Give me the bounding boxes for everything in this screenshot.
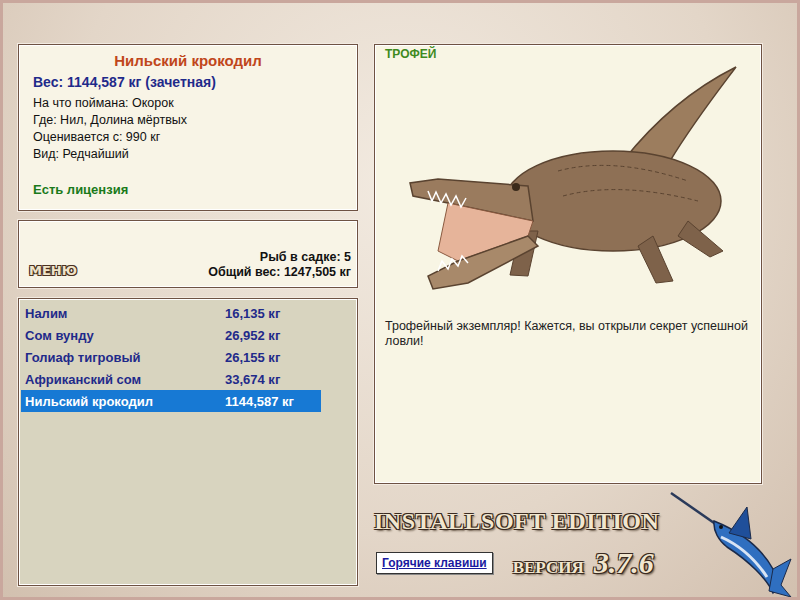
marlin-icon bbox=[669, 489, 793, 597]
fish-name: Африканский сом bbox=[21, 372, 221, 387]
fish-picture bbox=[385, 61, 751, 305]
trophy-panel: ТРОФЕЙ Трофейный экземпляр! Кажется, вы о… bbox=[374, 44, 762, 484]
catch-list: Налим16,135 кгСом вунду26,952 кгГолиаф т… bbox=[18, 298, 358, 586]
fish-weight-cell: 33,674 кг bbox=[221, 372, 321, 387]
catch-row[interactable]: Сом вунду26,952 кг bbox=[21, 324, 321, 346]
fish-title: Нильский крокодил bbox=[33, 51, 343, 71]
fish-weight-cell: 16,135 кг bbox=[221, 306, 321, 321]
version-number: 3.7.6 bbox=[594, 546, 654, 580]
fish-detail: Где: Нил, Долина мёртвых bbox=[33, 112, 343, 129]
keepnet-info: Рыб в садке: 5Общий вес: 1247,505 кг bbox=[208, 250, 351, 280]
edition-text: INSTALLSOFT EDITION bbox=[374, 508, 659, 535]
right-column: ТРОФЕЙ Трофейный экземпляр! Кажется, вы о… bbox=[374, 44, 762, 597]
version: ВЕРСИЯ 3.7.6 bbox=[513, 546, 654, 580]
hotkeys-button[interactable]: Горячие клавиши bbox=[376, 552, 493, 574]
crocodile-icon bbox=[388, 61, 748, 305]
catch-row[interactable]: Налим16,135 кг bbox=[21, 302, 321, 324]
fish-detail: Вид: Редчайший bbox=[33, 146, 343, 163]
fish-detail: Оценивается с: 990 кг bbox=[33, 129, 343, 146]
marlin-logo bbox=[669, 489, 793, 600]
fish-weight: Вес: 1144,587 кг (зачетная) bbox=[33, 73, 343, 91]
edition-logo: INSTALLSOFT EDITION bbox=[374, 504, 762, 538]
menu-button[interactable]: МЕНЮ bbox=[29, 263, 79, 280]
fish-weight-cell: 26,155 кг bbox=[221, 350, 321, 365]
license-status: Есть лицензия bbox=[33, 182, 343, 204]
left-column: Нильский крокодил Вес: 1144,587 кг (зачет… bbox=[18, 44, 358, 597]
fish-weight-cell: 26,952 кг bbox=[221, 328, 321, 343]
total-weight: Общий вес: 1247,505 кг bbox=[208, 265, 351, 280]
keepnet-panel: МЕНЮ Рыб в садке: 5Общий вес: 1247,505 кг bbox=[18, 220, 358, 288]
fish-name: Нильский крокодил bbox=[21, 394, 221, 409]
fish-weight-cell: 1144,587 кг bbox=[221, 394, 321, 409]
version-label: ВЕРСИЯ bbox=[513, 558, 584, 578]
trophy-badge: ТРОФЕЙ bbox=[385, 47, 751, 61]
catch-row[interactable]: Нильский крокодил1144,587 кг bbox=[21, 390, 321, 412]
catch-row[interactable]: Голиаф тигровый26,155 кг bbox=[21, 346, 321, 368]
bottom-bar: Горячие клавиши ВЕРСИЯ 3.7.6 bbox=[374, 546, 762, 580]
fish-name: Сом вунду bbox=[21, 328, 221, 343]
fish-details: На что поймана: ОкорокГде: Нил, Долина м… bbox=[33, 95, 343, 163]
catch-row[interactable]: Африканский сом33,674 кг bbox=[21, 368, 321, 390]
fish-card: Нильский крокодил Вес: 1144,587 кг (зачет… bbox=[18, 44, 358, 211]
fish-detail: На что поймана: Окорок bbox=[33, 95, 343, 112]
trophy-message: Трофейный экземпляр! Кажется, вы открыли… bbox=[385, 319, 751, 349]
game-screen: Нильский крокодил Вес: 1144,587 кг (зачет… bbox=[0, 0, 800, 600]
fish-name: Голиаф тигровый bbox=[21, 350, 221, 365]
fish-name: Налим bbox=[21, 306, 221, 321]
fish-count: Рыб в садке: 5 bbox=[208, 250, 351, 265]
